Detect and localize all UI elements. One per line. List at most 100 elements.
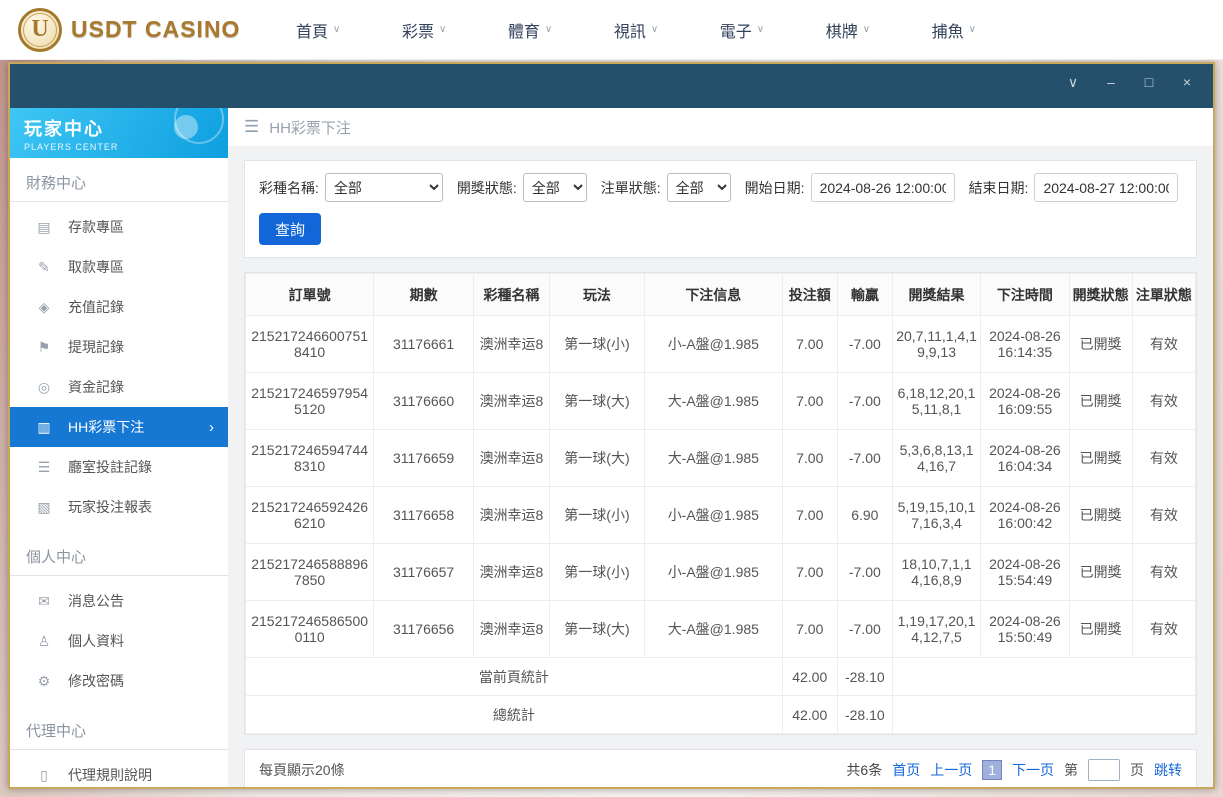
cell-period: 31176656 [373, 600, 474, 658]
sidebar-item-hh-lottery-bet[interactable]: ▥ HH彩票下注 › [10, 407, 228, 447]
sidebar-item-icon: ◈ [38, 298, 50, 315]
table-header-row: 訂單號 期數 彩種名稱 玩法 下注信息 投注額 輸贏 開獎結果 下注時間 開獎狀… [244, 273, 1197, 316]
col-lottery: 彩種名稱 [472, 273, 550, 316]
sidebar-item-profile[interactable]: ♙ 個人資料 [10, 621, 228, 661]
cell-period: 31176660 [373, 372, 474, 430]
main-area: ☰ HH彩票下注 彩種名稱: 全部 開獎狀態: 全部 注單狀態: 全部 開始日期… [228, 108, 1213, 787]
table-row: 2152172465979545120 31176660 澳洲幸运8 第一球(大… [244, 372, 1197, 430]
cell-bet-info: 大-A盤@1.985 [643, 600, 783, 658]
cell-result: 18,10,7,1,14,16,8,9 [891, 543, 982, 601]
menu-toggle-icon[interactable]: ☰ [244, 117, 259, 137]
cell-result: 5,3,6,8,13,14,16,7 [891, 429, 982, 487]
draw-status-select[interactable]: 全部 [522, 173, 587, 202]
cell-play: 第一球(大) [548, 600, 645, 658]
cell-period: 31176659 [373, 429, 474, 487]
sidebar-item-icon: ▧ [37, 498, 51, 515]
cell-winloss: -7.00 [836, 429, 893, 487]
sidebar-section-items: ▤ 存款專區 ✎ 取款專區 ◈ 充值記錄 ⚑ 提現記錄 ◎ 資金記錄 ▥ HH彩… [10, 202, 228, 532]
start-date-input[interactable] [810, 173, 955, 202]
topnav-item[interactable]: 體育 ∨ [508, 18, 552, 42]
table-row: 2152172465947448310 31176659 澳洲幸运8 第一球(大… [244, 429, 1197, 487]
sidebar-item-recharge-record[interactable]: ◈ 充值記錄 [10, 287, 228, 327]
cell-amount: 7.00 [781, 486, 838, 544]
start-date-label: 開始日期: [744, 179, 805, 196]
sidebar-item-withdrawal-record[interactable]: ⚑ 提現記錄 [10, 327, 228, 367]
cell-period: 31176658 [373, 486, 474, 544]
sidebar: 玩家中心 PLAYERS CENTER 財務中心 ▤ 存款專區 ✎ 取款專區 ◈… [10, 108, 228, 787]
sidebar-item-room-bet-record[interactable]: ☰ 廳室投註記錄 [10, 447, 228, 487]
topnav-item[interactable]: 電子 ∨ [720, 18, 764, 42]
cell-draw-status: 已開獎 [1068, 429, 1133, 487]
topnav-item[interactable]: 視訊 ∨ [614, 18, 658, 42]
col-period: 期數 [373, 273, 474, 316]
page-total-label: 當前頁統計 [245, 657, 783, 696]
cell-bet-info: 小-A盤@1.985 [643, 315, 783, 373]
sidebar-header: 玩家中心 PLAYERS CENTER [10, 108, 228, 158]
table-body: 2152172466007518410 31176661 澳洲幸运8 第一球(小… [244, 315, 1197, 658]
sidebar-item-deposit[interactable]: ▤ 存款專區 [10, 207, 228, 247]
sidebar-item-announcements[interactable]: ✉ 消息公告 [10, 581, 228, 621]
sidebar-item-label: 資金記錄 [68, 379, 124, 395]
topnav-item-label: 捕魚 [931, 23, 964, 41]
cell-lottery: 澳洲幸运8 [472, 486, 550, 544]
table-row: 2152172465924266210 31176658 澳洲幸运8 第一球(小… [244, 486, 1197, 544]
end-date-input[interactable] [1034, 173, 1179, 202]
maximize-icon[interactable]: □ [1141, 75, 1157, 89]
col-play: 玩法 [548, 273, 645, 316]
cell-bet-info: 小-A盤@1.985 [643, 486, 783, 544]
bets-table-card: 訂單號 期數 彩種名稱 玩法 下注信息 投注額 輸贏 開獎結果 下注時間 開獎狀… [244, 272, 1197, 735]
goto-prefix-label: 第 [1064, 762, 1078, 778]
cell-lottery: 澳洲幸运8 [472, 543, 550, 601]
search-button[interactable]: 查詢 [259, 213, 322, 245]
sidebar-section: 代理中心 ▯ 代理規則說明 [10, 706, 228, 787]
sidebar-item-label: 修改密碼 [68, 673, 124, 689]
sidebar-item-label: 代理規則說明 [68, 767, 152, 783]
sidebar-item-player-bet-report[interactable]: ▧ 玩家投注報表 [10, 487, 228, 527]
prev-page-link[interactable]: 上一页 [930, 760, 972, 780]
sidebar-item-label: 提現記錄 [68, 339, 124, 355]
sidebar-item-label: 玩家投注報表 [68, 499, 152, 515]
cell-order-status: 有效 [1131, 486, 1197, 544]
topnav-item[interactable]: 棋牌 ∨ [826, 18, 870, 42]
goto-page-input[interactable] [1088, 759, 1120, 781]
collapse-icon[interactable]: ∨ [1065, 75, 1081, 89]
topnav-item[interactable]: 捕魚 ∨ [932, 18, 976, 42]
brand: U USDT CASINO [18, 7, 268, 52]
goto-suffix-label: 页 [1130, 762, 1144, 778]
goto-jump-link[interactable]: 跳转 [1154, 760, 1182, 780]
topnav-item[interactable]: 首頁 ∨ [296, 18, 340, 42]
cell-time: 2024-08-26 16:09:55 [980, 372, 1070, 430]
chevron-down-icon: ∨ [438, 24, 447, 35]
topnav-item[interactable]: 彩票 ∨ [402, 18, 446, 42]
minimize-icon[interactable]: – [1103, 75, 1119, 89]
app-window: ∨ – □ × 玩家中心 PLAYERS CENTER 財務中心 ▤ 存款專區 … [8, 62, 1215, 789]
chevron-down-icon: ∨ [333, 24, 341, 35]
cell-amount: 7.00 [781, 315, 838, 373]
cell-order-status: 有效 [1131, 429, 1197, 487]
cell-amount: 7.00 [781, 600, 838, 658]
sidebar-item-icon: ✉ [38, 592, 50, 609]
sidebar-item-label: 個人資料 [68, 633, 124, 649]
cell-lottery: 澳洲幸运8 [472, 429, 550, 487]
col-amount: 投注額 [781, 273, 838, 316]
sidebar-section-label: 代理中心 [10, 706, 228, 750]
sidebar-item-agent-rules[interactable]: ▯ 代理規則說明 [10, 755, 228, 787]
order-status-select[interactable]: 全部 [666, 173, 731, 202]
next-page-link[interactable]: 下一页 [1012, 760, 1054, 780]
lottery-select[interactable]: 全部 [324, 173, 443, 202]
site-topbar: U USDT CASINO 首頁 ∨ 彩票 ∨ 體育 ∨ 視訊 ∨ 電子 ∨ 棋… [0, 0, 1223, 60]
sidebar-item-change-password[interactable]: ⚙ 修改密碼 [10, 661, 228, 701]
end-date-label: 結束日期: [968, 179, 1029, 196]
cell-winloss: 6.90 [836, 486, 893, 544]
cell-winloss: -7.00 [836, 315, 893, 373]
close-icon[interactable]: × [1179, 75, 1195, 89]
col-draw-status: 開獎狀態 [1068, 273, 1133, 316]
sidebar-item-icon: ◎ [37, 378, 51, 395]
sidebar-item-withdraw[interactable]: ✎ 取款專區 [10, 247, 228, 287]
first-page-link[interactable]: 首页 [892, 760, 920, 780]
sidebar-item-funds-record[interactable]: ◎ 資金記錄 [10, 367, 228, 407]
order-status-filter-label: 注單狀態: [600, 179, 661, 196]
current-page-badge[interactable]: 1 [982, 760, 1002, 780]
cell-amount: 7.00 [781, 429, 838, 487]
sidebar-item-label: 存款專區 [68, 219, 124, 235]
